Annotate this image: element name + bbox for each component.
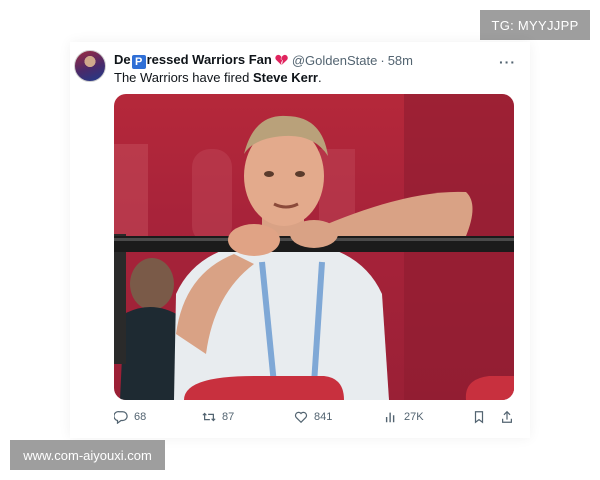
share-button[interactable] — [500, 410, 520, 424]
tweet-timestamp[interactable]: 58m — [388, 53, 413, 68]
bookmark-button[interactable] — [472, 410, 492, 424]
watermark-top: TG: MYYJJPP — [480, 10, 590, 40]
more-options-icon[interactable]: ··· — [499, 54, 516, 70]
views-button[interactable]: 27K — [384, 410, 424, 424]
like-count: 841 — [314, 411, 333, 423]
share-icon — [502, 410, 512, 423]
analytics-icon — [385, 412, 395, 423]
retweet-icon — [202, 412, 216, 422]
photo-illustration — [114, 94, 514, 400]
reply-button[interactable]: 68 — [114, 410, 146, 424]
tweet-media-photo[interactable] — [114, 94, 514, 400]
watermark-bottom: www.com-aiyouxi.com — [10, 440, 165, 470]
separator-dot: · — [380, 52, 385, 68]
tweet-actions: 68 87 841 27K — [114, 410, 518, 430]
name-badge: P — [131, 54, 146, 69]
tweet-card[interactable]: De Pressed Warriors Fan @GoldenState · 58… — [70, 42, 530, 438]
tweet-header: De Pressed Warriors Fan @GoldenState · 58… — [114, 52, 524, 69]
reply-icon — [114, 411, 128, 424]
heart-icon — [294, 411, 308, 424]
author-name[interactable]: De Pressed Warriors Fan — [114, 52, 272, 69]
avatar[interactable] — [74, 50, 106, 82]
like-button[interactable]: 841 — [294, 410, 332, 424]
tweet-text-bold: Steve Kerr — [252, 70, 318, 85]
retweet-count: 87 — [222, 411, 235, 423]
tweet-text: The Warriors have fired Steve Kerr. — [114, 70, 322, 85]
views-count: 27K — [404, 411, 424, 423]
bookmark-icon — [474, 411, 484, 424]
retweet-button[interactable]: 87 — [202, 410, 234, 424]
author-handle[interactable]: @GoldenState — [292, 53, 377, 68]
broken-heart-icon — [275, 54, 288, 66]
reply-count: 68 — [134, 411, 147, 423]
